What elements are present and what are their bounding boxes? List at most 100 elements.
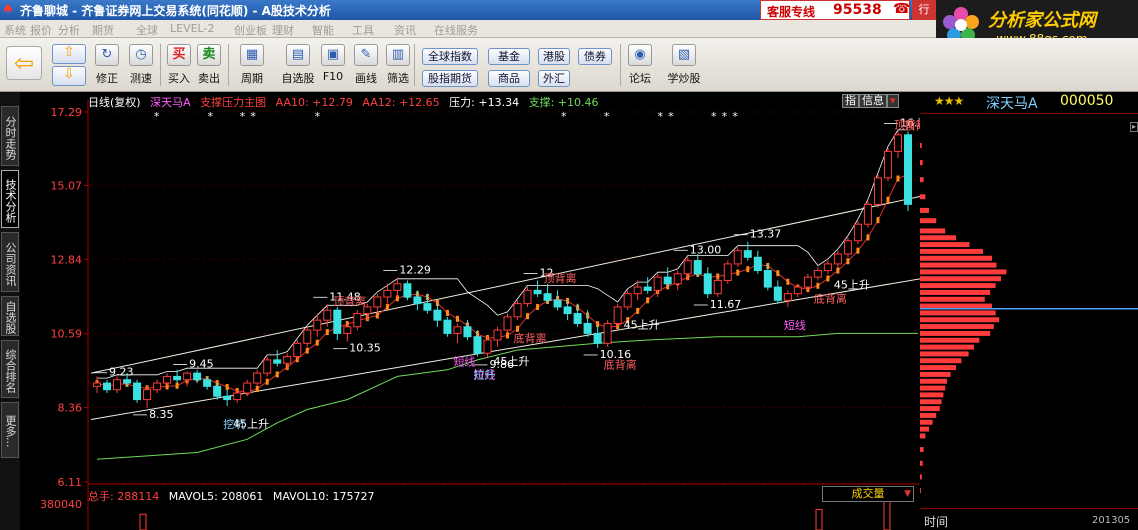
app-logo-icon: ♠ xyxy=(2,2,14,17)
candle xyxy=(753,256,762,272)
menu-item[interactable]: 报价 xyxy=(30,22,52,38)
toolbar-button-label: 买入 xyxy=(168,72,190,85)
left-tab[interactable]: 综合排名 xyxy=(1,340,19,398)
price-annotation: 8.35 xyxy=(149,408,174,421)
back-arrow-button[interactable]: ⇦ xyxy=(6,46,42,80)
formula-label[interactable]: 支撑压力主图 xyxy=(200,96,266,109)
candle xyxy=(493,329,502,341)
index-tab[interactable]: 指 xyxy=(842,94,859,108)
profile-bar xyxy=(920,378,947,384)
candle xyxy=(253,372,262,384)
candle xyxy=(713,279,722,295)
band-mark xyxy=(876,217,880,224)
window-title: 齐鲁聊城 - 齐鲁证券网上交易系统(同花顺) - A股技术分析 xyxy=(20,4,331,18)
toolbar-button-label: 周期 xyxy=(241,72,263,85)
stock-name: 深天马A xyxy=(986,96,1038,112)
toolbar-button-9[interactable]: ▥ 筛选 xyxy=(382,42,414,88)
candle xyxy=(833,253,842,265)
menu-item[interactable]: 工具 xyxy=(352,22,374,38)
candle xyxy=(273,359,282,364)
quick-button[interactable]: 港股 xyxy=(538,48,570,65)
menu-item[interactable]: 在线服务 xyxy=(434,22,478,38)
star-mark: * xyxy=(722,110,728,123)
page-up-button[interactable]: ⇧ xyxy=(52,44,86,64)
quick-button[interactable]: 商品 xyxy=(488,70,530,87)
band-mark xyxy=(305,347,309,354)
hotline-banner[interactable]: 客服专线 95538 ☎ xyxy=(760,0,910,20)
toolbar-button-4[interactable]: 卖卖出 xyxy=(194,42,224,88)
info-tab[interactable]: 信息 xyxy=(859,94,887,108)
left-tab[interactable]: 更多... xyxy=(1,402,19,458)
profile-bar xyxy=(920,474,922,480)
candle xyxy=(173,375,182,381)
time-date: 201305 xyxy=(1092,515,1131,526)
menu-item[interactable]: 理财 xyxy=(272,22,294,38)
menu-item[interactable]: 智能 xyxy=(312,22,334,38)
stock-code: 000050 xyxy=(1060,93,1114,109)
info-dropdown-icon[interactable]: ▾ xyxy=(887,94,899,108)
price-annotation: 9.23 xyxy=(109,366,134,379)
band-mark xyxy=(596,321,600,328)
candle xyxy=(813,270,822,278)
candle xyxy=(383,289,392,298)
toolbar-separator xyxy=(160,44,161,86)
toolbar-button-8[interactable]: ✎ 画线 xyxy=(350,42,382,88)
toolbar-button-11[interactable]: ▧ 学炒股 xyxy=(662,42,706,88)
quick-button[interactable]: 债券 xyxy=(578,48,612,65)
menu-item[interactable]: 分析 xyxy=(58,22,80,38)
profile-bar xyxy=(920,276,1001,282)
toolbar-button-3[interactable]: 买买入 xyxy=(164,42,194,88)
profile-bar xyxy=(920,269,1007,275)
profile-bar xyxy=(920,358,962,364)
menu-item[interactable]: 系统 xyxy=(4,22,26,38)
price-annotation: 11.67 xyxy=(710,298,742,311)
price-annotation: 12.29 xyxy=(399,263,431,276)
candle xyxy=(863,203,872,225)
candle xyxy=(133,382,142,401)
candle xyxy=(503,316,512,331)
profile-bar xyxy=(920,242,970,248)
trade-tab[interactable]: 行 xyxy=(912,0,936,20)
kline-chart[interactable]: 17.29 15.07 12.84 10.59 8.36 6.11 * * * * * * * * * * * *… xyxy=(20,92,920,530)
quick-button[interactable]: 全球指数 xyxy=(422,48,478,65)
signal-label: 拉升 xyxy=(473,368,495,382)
toolbar-button-1[interactable]: ↻ 修正 xyxy=(90,42,124,88)
page-down-button[interactable]: ⇩ xyxy=(52,66,86,86)
profile-bar xyxy=(920,365,956,371)
band-mark xyxy=(325,329,329,336)
indicator-select[interactable]: 成交量 ▼ xyxy=(822,486,914,502)
candle xyxy=(333,309,342,334)
left-tab[interactable]: 自选股 xyxy=(1,296,19,336)
left-tab[interactable]: 技术分析 xyxy=(1,170,19,228)
toolbar-button-5[interactable]: ▦ 周期 xyxy=(232,42,272,88)
toolbar-button-6[interactable]: ▤ 自选股 xyxy=(276,42,320,88)
menu-item[interactable]: 期货 xyxy=(92,22,114,38)
profile-bar xyxy=(920,344,974,350)
profile-bar xyxy=(920,406,940,412)
candle xyxy=(783,293,792,301)
collapse-icon[interactable]: ▸ xyxy=(1130,122,1138,132)
band-mark xyxy=(275,371,279,378)
menu-item[interactable]: 资讯 xyxy=(394,22,416,38)
channel-upper-line xyxy=(90,196,920,374)
aa12-value: AA12: +12.65 xyxy=(362,96,440,109)
toolbar-button-7[interactable]: ▣ F10 xyxy=(318,42,348,88)
quick-button[interactable]: 股指期货 xyxy=(422,70,478,87)
mavol10-value: MAVOL10: 175727 xyxy=(272,490,375,503)
hotline-label: 客服专线 xyxy=(767,5,816,19)
left-tab[interactable]: 公司资讯 xyxy=(1,232,19,292)
menu-item[interactable]: 创业板 xyxy=(234,22,267,38)
quick-button[interactable]: 基金 xyxy=(488,48,530,65)
candle xyxy=(733,250,742,265)
toolbar-button-10[interactable]: ◉ 论坛 xyxy=(624,42,656,88)
menu-item[interactable]: 全球 xyxy=(136,22,158,38)
menu-item[interactable]: LEVEL-2 xyxy=(170,22,214,35)
left-tab[interactable]: 分时走势 xyxy=(1,106,19,166)
candle xyxy=(233,392,242,401)
period-label[interactable]: 日线(复权) xyxy=(88,96,141,109)
candle xyxy=(183,372,192,381)
toolbar-button-2[interactable]: ◷ 测速 xyxy=(124,42,158,88)
quick-button[interactable]: 外汇 xyxy=(538,70,570,87)
signal-label: 45上升 xyxy=(834,279,870,292)
toolbar-button-label: 自选股 xyxy=(281,72,315,85)
